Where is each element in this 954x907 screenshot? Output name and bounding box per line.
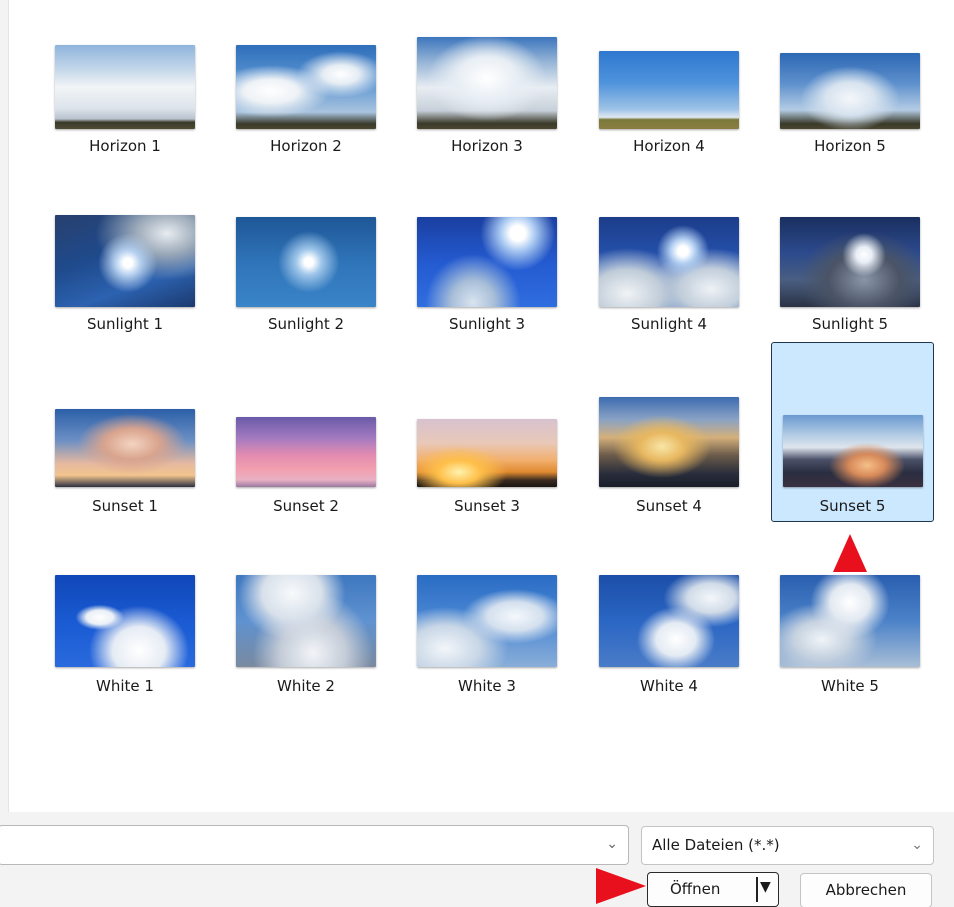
file-name: White 4 (640, 677, 698, 695)
file-name: Sunset 3 (454, 497, 520, 515)
thumbnail-sunlight-1 (55, 215, 195, 307)
file-name: Sunset 1 (92, 497, 158, 515)
file-name: Horizon 4 (633, 137, 705, 155)
thumbnail-white-4 (599, 575, 739, 667)
open-button[interactable]: Öffnen ▼ (647, 872, 779, 907)
file-name: White 3 (458, 677, 516, 695)
chevron-down-icon[interactable]: ⌄ (606, 836, 618, 852)
file-name: Sunlight 4 (630, 315, 708, 333)
thumbnail-white-5 (780, 575, 920, 667)
thumbnail-sunset-2 (236, 417, 376, 487)
thumbnail-sunlight-5 (780, 217, 920, 307)
file-item-white-4[interactable]: White 4 (589, 558, 749, 736)
file-name: Horizon 5 (814, 137, 886, 155)
chevron-down-icon: ⌄ (911, 837, 923, 853)
cancel-button[interactable]: Abbrechen (800, 873, 932, 907)
file-name: Horizon 3 (451, 137, 523, 155)
file-item-horizon-5[interactable]: Horizon 5 (770, 30, 930, 208)
navigation-pane-edge (0, 0, 9, 812)
file-item-sunset-4[interactable]: Sunset 4 (589, 344, 749, 522)
file-name: Sunlight 5 (811, 315, 889, 333)
file-list-view: Horizon 1 Horizon 2 Horizon 3 Horizon 4 … (0, 0, 954, 812)
thumbnail-horizon-2 (236, 45, 376, 129)
file-item-sunset-1[interactable]: Sunset 1 (45, 344, 205, 522)
thumbnail-sunset-1 (55, 409, 195, 487)
file-type-filter-value: Alle Dateien (*.*) (652, 836, 780, 854)
file-name: Sunlight 3 (448, 315, 526, 333)
annotation-arrow-right (596, 868, 646, 904)
thumbnail-sunlight-4 (599, 217, 739, 307)
file-name: Horizon 1 (89, 137, 161, 155)
file-name: White 2 (277, 677, 335, 695)
file-item-horizon-1[interactable]: Horizon 1 (45, 30, 205, 208)
file-name: White 5 (821, 677, 879, 695)
file-item-sunset-5[interactable]: Sunset 5 (771, 342, 934, 522)
thumbnail-sunset-3 (417, 419, 557, 487)
file-item-white-2[interactable]: White 2 (226, 558, 386, 736)
annotation-arrow-up (833, 534, 867, 572)
cancel-button-label: Abbrechen (825, 881, 907, 899)
file-name: Sunset 4 (636, 497, 702, 515)
file-item-sunset-3[interactable]: Sunset 3 (407, 344, 567, 522)
thumbnail-horizon-5 (780, 53, 920, 129)
thumbnail-horizon-4 (599, 51, 739, 129)
file-item-horizon-2[interactable]: Horizon 2 (226, 30, 386, 208)
file-item-white-3[interactable]: White 3 (407, 558, 567, 736)
file-type-filter[interactable]: Alle Dateien (*.*) ⌄ (641, 826, 934, 865)
thumbnail-white-2 (236, 575, 376, 667)
file-item-white-5[interactable]: White 5 (770, 558, 930, 736)
filename-input[interactable]: ⌄ (0, 825, 629, 865)
thumbnail-sunset-4 (599, 397, 739, 487)
file-name: Sunlight 1 (86, 315, 164, 333)
open-button-label: Öffnen (670, 880, 721, 898)
thumbnail-horizon-3 (417, 37, 557, 129)
thumbnail-white-3 (417, 575, 557, 667)
file-item-horizon-4[interactable]: Horizon 4 (589, 30, 749, 208)
thumbnail-horizon-1 (55, 45, 195, 129)
dropdown-arrow-icon[interactable]: ▼ (760, 879, 771, 895)
file-name: Sunset 2 (273, 497, 339, 515)
file-item-horizon-3[interactable]: Horizon 3 (407, 30, 567, 208)
thumbnail-white-1 (55, 575, 195, 667)
file-name: White 1 (96, 677, 154, 695)
split-divider (756, 877, 758, 902)
file-name: Horizon 2 (270, 137, 342, 155)
file-name: Sunset 5 (819, 497, 886, 515)
thumbnail-sunlight-2 (236, 217, 376, 307)
file-name: Sunlight 2 (267, 315, 345, 333)
thumbnail-sunlight-3 (417, 217, 557, 307)
file-item-white-1[interactable]: White 1 (45, 558, 205, 736)
file-item-sunset-2[interactable]: Sunset 2 (226, 344, 386, 522)
thumbnail-sunset-5 (782, 415, 923, 487)
